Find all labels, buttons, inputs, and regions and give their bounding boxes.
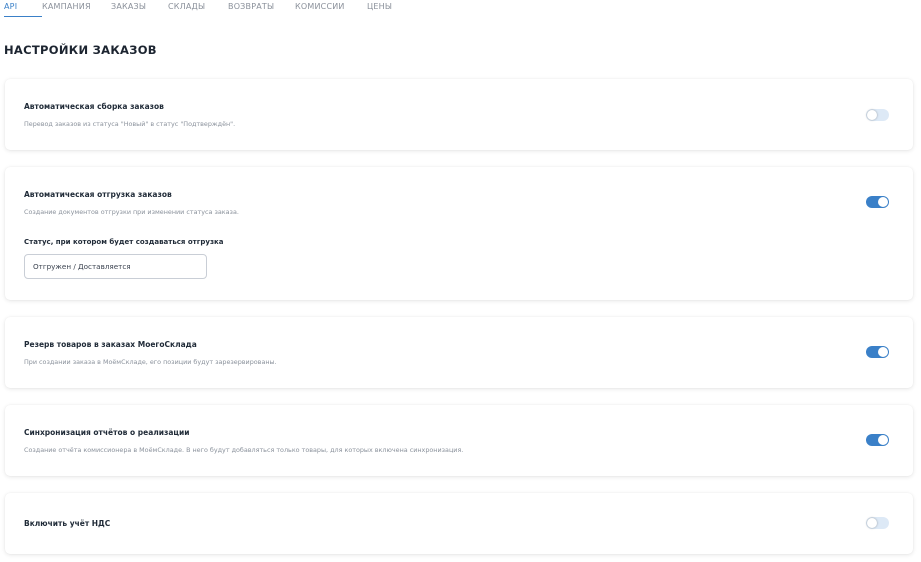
tab-returns[interactable]: ВОЗВРАТЫ xyxy=(228,0,295,14)
sync-reports-title: Синхронизация отчётов о реализации xyxy=(24,428,190,437)
sync-reports-description: Создание отчёта комиссионера в МоёмСклад… xyxy=(24,446,464,454)
reserve-toggle[interactable] xyxy=(866,346,889,358)
reserve-title: Резерв товаров в заказах МоегоСклада xyxy=(24,340,197,349)
auto-assembly-toggle[interactable] xyxy=(866,109,889,121)
toggle-knob xyxy=(878,197,888,207)
auto-shipment-card: Автоматическая отгрузка заказов Создание… xyxy=(5,167,913,300)
tab-warehouses[interactable]: СКЛАДЫ xyxy=(168,0,228,14)
tab-commissions[interactable]: КОМИССИИ xyxy=(295,0,367,14)
reserve-card: Резерв товаров в заказах МоегоСклада При… xyxy=(5,317,913,388)
tab-api[interactable]: API xyxy=(4,0,42,17)
auto-assembly-description: Перевод заказов из статуса "Новый" в ста… xyxy=(24,120,236,128)
page-title: НАСТРОЙКИ ЗАКАЗОВ xyxy=(4,43,157,57)
tab-prices[interactable]: ЦЕНЫ xyxy=(367,0,407,14)
toggle-knob xyxy=(867,518,877,528)
sync-reports-toggle[interactable] xyxy=(866,434,889,446)
auto-shipment-toggle[interactable] xyxy=(866,196,889,208)
auto-shipment-description: Создание документов отгрузки при изменен… xyxy=(24,208,239,216)
toggle-knob xyxy=(878,347,888,357)
auto-assembly-card: Автоматическая сборка заказов Перевод за… xyxy=(5,79,913,150)
vat-title: Включить учёт НДС xyxy=(24,519,111,528)
vat-card: Включить учёт НДС xyxy=(5,493,913,554)
tab-orders[interactable]: ЗАКАЗЫ xyxy=(111,0,168,14)
shipment-status-value: Отгружен / Доставляется xyxy=(33,262,131,271)
toggle-knob xyxy=(867,110,877,120)
reserve-description: При создании заказа в МоёмСкладе, его по… xyxy=(24,358,277,366)
tab-bar: API КАМПАНИЯ ЗАКАЗЫ СКЛАДЫ ВОЗВРАТЫ КОМИ… xyxy=(4,0,407,17)
vat-toggle[interactable] xyxy=(866,517,889,529)
auto-assembly-title: Автоматическая сборка заказов xyxy=(24,102,164,111)
auto-shipment-title: Автоматическая отгрузка заказов xyxy=(24,190,172,199)
toggle-knob xyxy=(878,435,888,445)
tab-campaign[interactable]: КАМПАНИЯ xyxy=(42,0,111,14)
shipment-status-label: Статус, при котором будет создаваться от… xyxy=(24,238,224,246)
shipment-status-select[interactable]: Отгружен / Доставляется xyxy=(24,254,207,279)
sync-reports-card: Синхронизация отчётов о реализации Созда… xyxy=(5,405,913,476)
